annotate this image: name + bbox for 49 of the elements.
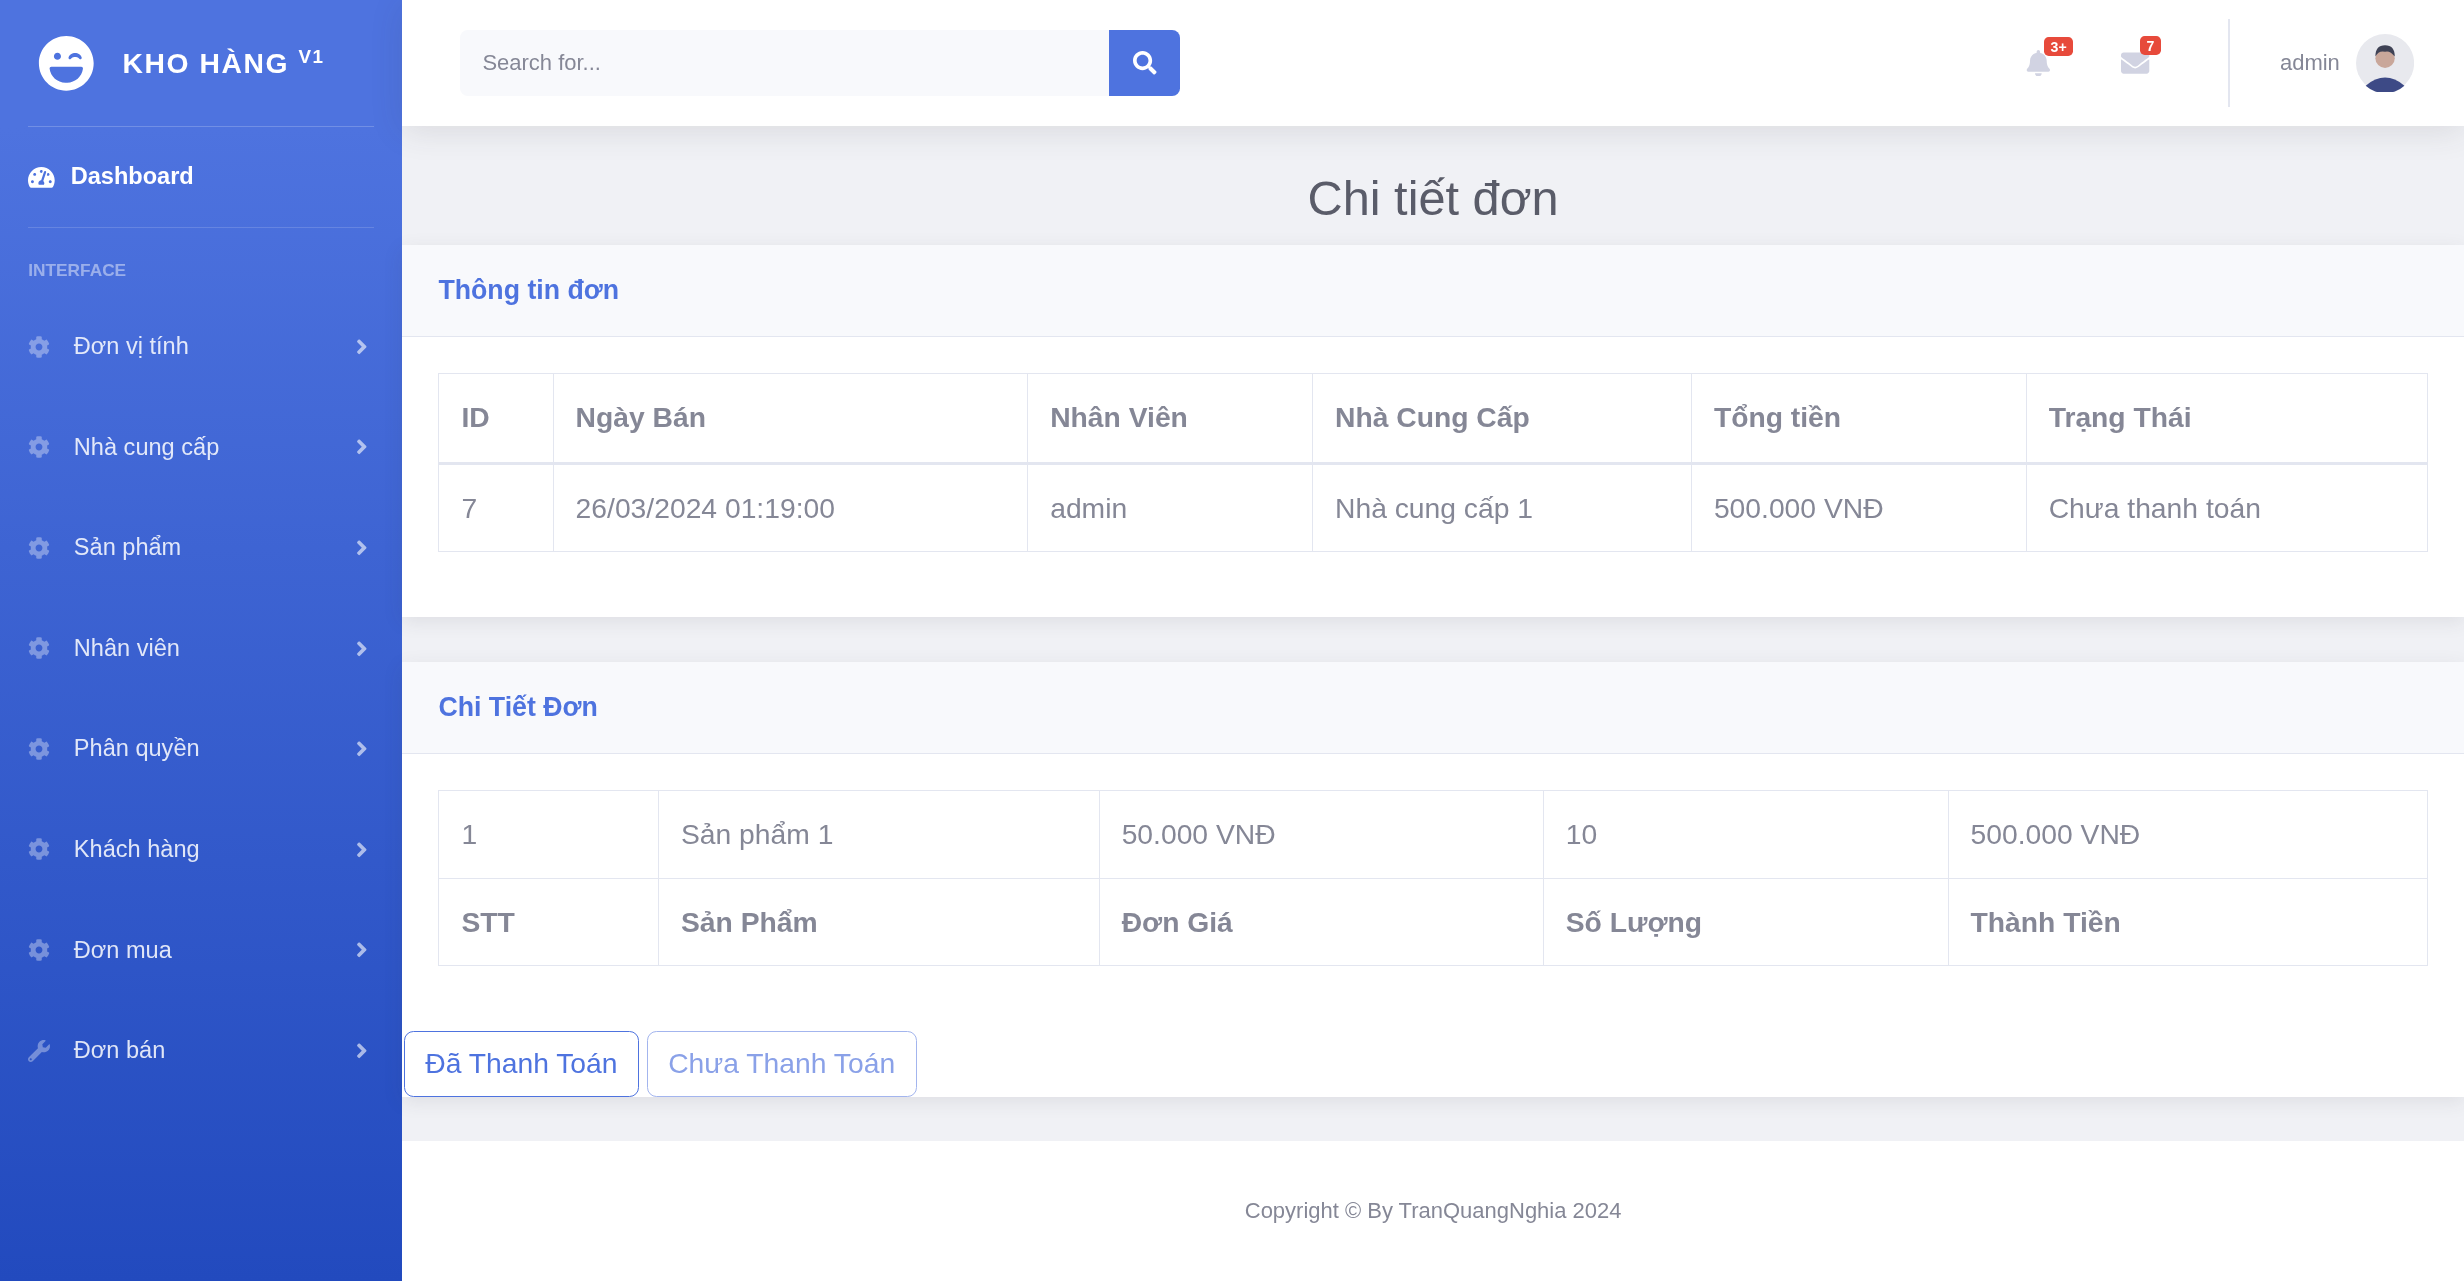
card-title: Chi Tiết Đơn bbox=[402, 662, 2464, 755]
gear-icon bbox=[28, 335, 51, 358]
table-cell: Nhà cung cấp 1 bbox=[1312, 463, 1692, 552]
table-cell: 500.000 VNĐ bbox=[1691, 463, 2027, 552]
search-icon bbox=[1132, 51, 1157, 75]
search-button[interactable] bbox=[1109, 29, 1181, 96]
gear-icon bbox=[28, 536, 51, 559]
column-header: Nhân Viên bbox=[1027, 373, 1313, 464]
column-header: Tổng tiền bbox=[1691, 373, 2027, 464]
dashboard-link[interactable]: Dashboard bbox=[28, 126, 374, 229]
gear-icon bbox=[28, 637, 51, 660]
table-cell: Sản phẩm 1 bbox=[658, 791, 1100, 879]
brand-name: KHO HÀNG $^{V1}$ bbox=[122, 45, 325, 81]
search-field[interactable]: Search for... bbox=[460, 29, 1110, 96]
column-header: ID bbox=[438, 373, 554, 464]
page-title: Chi tiết đơn bbox=[1306, 169, 1560, 227]
table-cell: admin bbox=[1027, 463, 1313, 552]
bell-icon bbox=[2025, 49, 2053, 77]
table-cell: 26/03/2024 01:19:00 bbox=[553, 463, 1028, 552]
user-name: admin bbox=[2279, 49, 2340, 76]
wrench-icon bbox=[28, 1039, 51, 1062]
section-heading: INTERFACE bbox=[28, 259, 128, 281]
column-header: Thành Tiền bbox=[1948, 878, 2428, 966]
gear-icon bbox=[28, 939, 51, 962]
table-cell: Chưa thanh toán bbox=[2026, 463, 2428, 552]
column-header: Sản Phẩm bbox=[658, 878, 1100, 966]
count-badge: 3+ bbox=[2044, 36, 2073, 57]
table-cell: 500.000 VNĐ bbox=[1948, 791, 2428, 879]
column-header: Đơn Giá bbox=[1099, 878, 1544, 966]
table-cell: 1 bbox=[438, 791, 659, 879]
column-header: Ngày Bán bbox=[553, 373, 1028, 464]
gear-icon bbox=[28, 838, 51, 861]
table-cell: 7 bbox=[438, 463, 554, 552]
table-cell: 50.000 VNĐ bbox=[1099, 791, 1544, 879]
column-header: Nhà Cung Cấp bbox=[1312, 373, 1692, 464]
avatar-silhouette-icon[interactable] bbox=[2355, 33, 2414, 92]
card-title: Thông tin đơn bbox=[402, 244, 2464, 337]
gear-icon bbox=[28, 737, 51, 760]
table-cell: 10 bbox=[1543, 791, 1948, 879]
laughing-face-icon bbox=[37, 34, 95, 92]
alerts-button[interactable]: 3+ bbox=[2025, 36, 2075, 77]
column-header: STT bbox=[438, 878, 659, 966]
column-header: Số Lượng bbox=[1543, 878, 1948, 966]
gear-icon bbox=[28, 436, 51, 459]
messages-button[interactable]: 7 bbox=[2121, 36, 2172, 77]
column-header: Trạng Thái bbox=[2026, 373, 2428, 464]
copyright-text: Copyright © By TranQuangNghia 2024 bbox=[1244, 1197, 1622, 1224]
status-button[interactable]: Đã Thanh Toán bbox=[403, 1030, 639, 1097]
count-badge: 7 bbox=[2140, 36, 2161, 56]
